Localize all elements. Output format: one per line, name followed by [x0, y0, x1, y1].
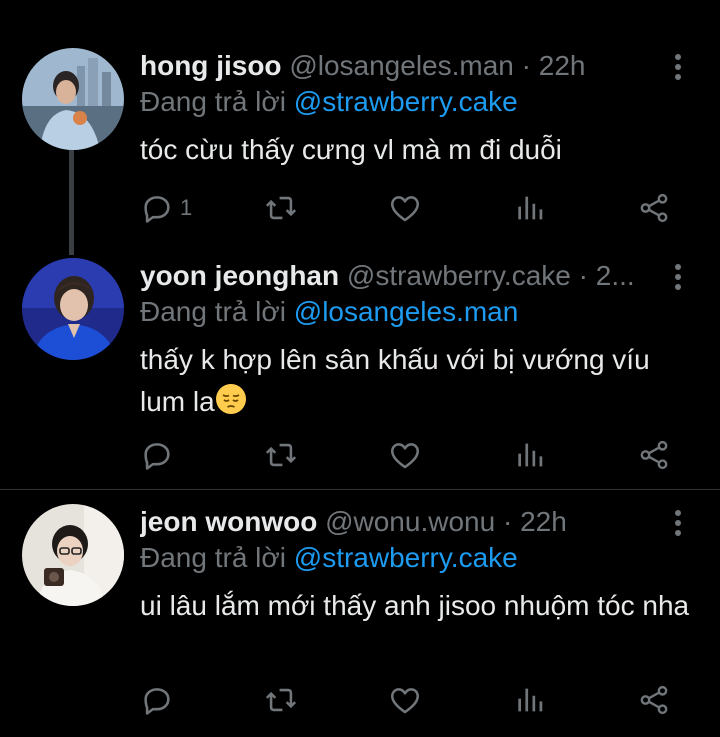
more-icon[interactable]: [670, 508, 686, 538]
mention-link[interactable]: @strawberry.cake: [294, 542, 518, 573]
share-button[interactable]: [637, 680, 671, 720]
separator-dot: ·: [502, 506, 513, 537]
like-button[interactable]: [388, 680, 422, 720]
avatar-image: [22, 504, 124, 606]
like-icon: [390, 688, 420, 714]
reply-icon: [144, 688, 170, 715]
display-name[interactable]: jeon wonwoo: [140, 506, 317, 537]
views-icon: [518, 688, 543, 712]
avatar[interactable]: [22, 504, 124, 606]
replying-to-label: Đang trả lời: [140, 542, 286, 573]
action-bar: [0, 680, 720, 720]
views-button[interactable]: [514, 680, 548, 720]
retweet-button[interactable]: [263, 680, 299, 720]
tweet[interactable]: jeon wonwoo @wonu.wonu · 22h Đang trả lờ…: [0, 0, 720, 737]
retweet-icon: [265, 688, 297, 712]
share-icon: [640, 685, 668, 715]
replying-to: Đang trả lời @strawberry.cake: [140, 540, 518, 576]
tweet-text: ui lâu lắm mới thấy anh jisoo nhuộm tóc …: [140, 590, 690, 621]
reply-button[interactable]: [140, 680, 180, 720]
timestamp[interactable]: 22h: [520, 506, 567, 537]
tweet-header: jeon wonwoo @wonu.wonu · 22h: [140, 504, 654, 540]
user-handle[interactable]: @wonu.wonu: [325, 506, 495, 537]
